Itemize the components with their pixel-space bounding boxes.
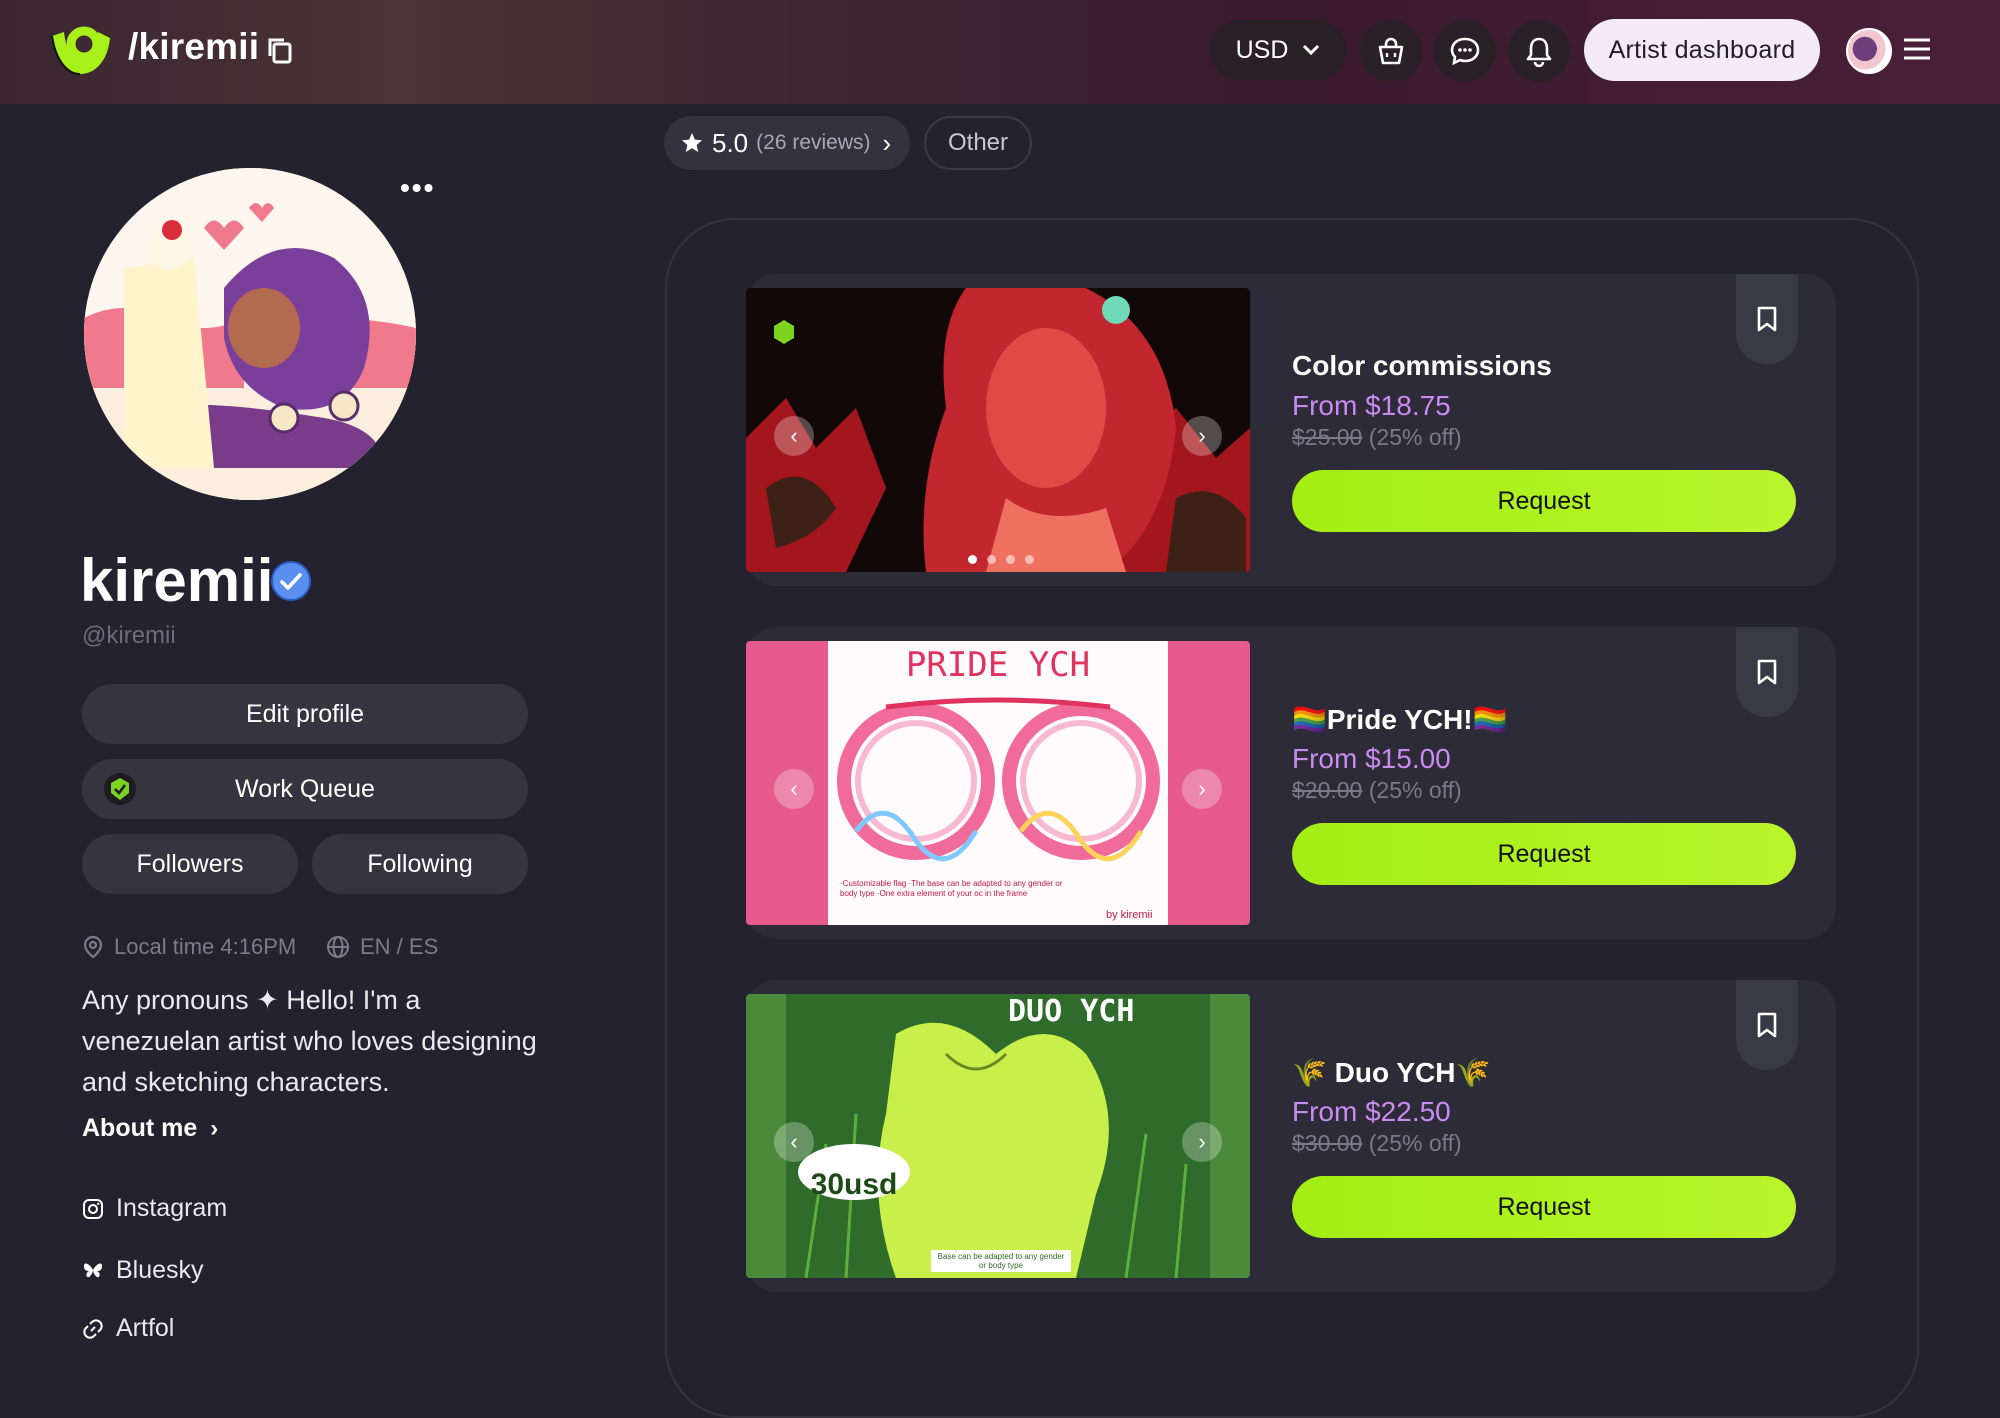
- profile-handle: /kiremii: [128, 26, 260, 67]
- work-queue-label: Work Queue: [235, 774, 375, 803]
- followers-button[interactable]: Followers: [82, 834, 298, 894]
- thumb-note: Base can be adapted to any gender or bod…: [937, 1252, 1065, 1270]
- bell-icon: [1526, 37, 1552, 67]
- old-price: $20.00: [1292, 777, 1363, 803]
- local-time: Local time 4:16PM: [82, 934, 296, 960]
- globe-icon: [327, 936, 349, 958]
- carousel-next-button[interactable]: ›: [1182, 769, 1222, 809]
- carousel-dots: [968, 555, 1034, 564]
- rating-value: 5.0: [712, 127, 749, 158]
- languages-text: EN / ES: [360, 934, 439, 959]
- currency-label: USD: [1235, 35, 1289, 64]
- commission-original-price: $25.00 (25% off): [1292, 424, 1462, 451]
- rating-filter[interactable]: 5.0 (26 reviews) ›: [664, 116, 910, 170]
- following-button[interactable]: Following: [312, 834, 528, 894]
- discount: (25% off): [1368, 777, 1462, 803]
- thumb-heading: PRIDE YCH: [905, 645, 1091, 685]
- top-bar: /kiremii USD Artist dashboard: [0, 0, 2000, 104]
- carousel-prev-button[interactable]: ‹: [774, 416, 814, 456]
- old-price: $30.00: [1292, 1130, 1363, 1156]
- request-button[interactable]: Request: [1292, 823, 1796, 885]
- user-avatar[interactable]: [1846, 28, 1892, 74]
- commission-title: Color commissions: [1292, 350, 1552, 381]
- location-pin-icon: [83, 935, 103, 959]
- thumb-badge: 30usd: [810, 1168, 898, 1201]
- shield-check-icon: [111, 778, 129, 800]
- commission-card[interactable]: ‹ › Color commissions From $18.75 $25.00…: [746, 274, 1836, 586]
- bookmark-button[interactable]: [1736, 274, 1798, 364]
- work-queue-badge: [104, 773, 136, 805]
- currency-select[interactable]: USD: [1210, 20, 1346, 80]
- bookmark-button[interactable]: [1736, 980, 1798, 1070]
- request-button[interactable]: Request: [1292, 1176, 1796, 1238]
- profile-bio: Any pronouns ✦ Hello! I'm a venezuelan a…: [82, 985, 537, 1097]
- vgen-logo-icon[interactable]: [46, 22, 116, 80]
- shopping-bag-icon: [1378, 37, 1404, 65]
- commission-thumbnail[interactable]: PRIDE YCH ·Customizable flag ·The base c…: [746, 641, 1250, 925]
- bookmark-icon: [1757, 306, 1777, 332]
- chevron-right-icon: ›: [210, 1115, 219, 1142]
- chevron-right-icon: ›: [882, 127, 892, 158]
- chevron-down-icon: [1303, 44, 1320, 56]
- butterfly-icon: [84, 1262, 102, 1277]
- cart-button[interactable]: [1360, 20, 1422, 82]
- commission-price: From $18.75: [1292, 390, 1451, 421]
- artfol-link[interactable]: Artfol: [82, 1314, 174, 1343]
- thumb-signature: by kiremii: [1106, 909, 1153, 921]
- username: @kiremii: [82, 622, 176, 649]
- edit-profile-button[interactable]: Edit profile: [82, 684, 528, 744]
- duo-ych-artwork: [746, 994, 1250, 1278]
- commission-card[interactable]: DUO YCH 30usd Base can be adapted to any…: [746, 980, 1836, 1292]
- discount: (25% off): [1368, 1130, 1462, 1156]
- profile-avatar: [84, 168, 416, 500]
- commission-price: From $22.50: [1292, 1096, 1451, 1127]
- carousel-next-button[interactable]: ›: [1182, 416, 1222, 456]
- thumb-note: ·Customizable flag ·The base can be adap…: [840, 879, 1063, 898]
- review-count: (26 reviews): [756, 131, 871, 154]
- artist-dashboard-button[interactable]: Artist dashboard: [1584, 19, 1820, 81]
- about-me-label: About me: [82, 1114, 198, 1142]
- artfol-label: Artfol: [116, 1314, 175, 1342]
- instagram-link[interactable]: Instagram: [82, 1194, 227, 1223]
- about-me-link[interactable]: About me ›: [82, 1114, 218, 1143]
- bookmark-button[interactable]: [1736, 627, 1798, 717]
- thumb-heading: DUO YCH: [1008, 994, 1135, 1029]
- carousel-prev-button[interactable]: ‹: [774, 1122, 814, 1162]
- commission-card[interactable]: PRIDE YCH ·Customizable flag ·The base c…: [746, 627, 1836, 939]
- languages: EN / ES: [326, 934, 438, 960]
- color-commission-artwork: [746, 288, 1250, 572]
- link-icon: [83, 1318, 103, 1339]
- instagram-label: Instagram: [116, 1194, 228, 1222]
- work-queue-button[interactable]: Work Queue: [82, 759, 528, 819]
- bluesky-label: Bluesky: [116, 1256, 204, 1284]
- copy-icon[interactable]: [266, 36, 294, 66]
- commission-thumbnail[interactable]: DUO YCH 30usd Base can be adapted to any…: [746, 994, 1250, 1278]
- old-price: $25.00: [1292, 424, 1363, 450]
- commission-price: From $15.00: [1292, 743, 1451, 774]
- verified-badge-icon: [271, 561, 311, 601]
- display-name: kiremii: [80, 547, 274, 614]
- local-time-text: Local time 4:16PM: [114, 934, 297, 959]
- commission-title: 🏳️‍🌈Pride YCH!🏳️‍🌈: [1292, 704, 1508, 735]
- profile-illustration: [84, 168, 416, 500]
- bookmark-icon: [1757, 659, 1777, 685]
- other-filter[interactable]: Other: [924, 116, 1032, 170]
- commission-thumbnail[interactable]: ‹ ›: [746, 288, 1250, 572]
- instagram-icon: [83, 1198, 103, 1219]
- commission-original-price: $30.00 (25% off): [1292, 1130, 1462, 1157]
- commission-title: 🌾 Duo YCH🌾: [1292, 1057, 1491, 1088]
- request-button[interactable]: Request: [1292, 470, 1796, 532]
- carousel-prev-button[interactable]: ‹: [774, 769, 814, 809]
- bluesky-link[interactable]: Bluesky: [82, 1256, 204, 1285]
- hamburger-menu-icon[interactable]: [1902, 36, 1932, 62]
- more-options-icon[interactable]: •••: [400, 172, 435, 204]
- bookmark-icon: [1757, 1012, 1777, 1038]
- messages-button[interactable]: [1434, 20, 1496, 82]
- discount: (25% off): [1368, 424, 1462, 450]
- chat-bubble-icon: [1450, 37, 1480, 66]
- commission-original-price: $20.00 (25% off): [1292, 777, 1462, 804]
- star-icon: [682, 133, 702, 152]
- notifications-button[interactable]: [1508, 20, 1570, 82]
- carousel-next-button[interactable]: ›: [1182, 1122, 1222, 1162]
